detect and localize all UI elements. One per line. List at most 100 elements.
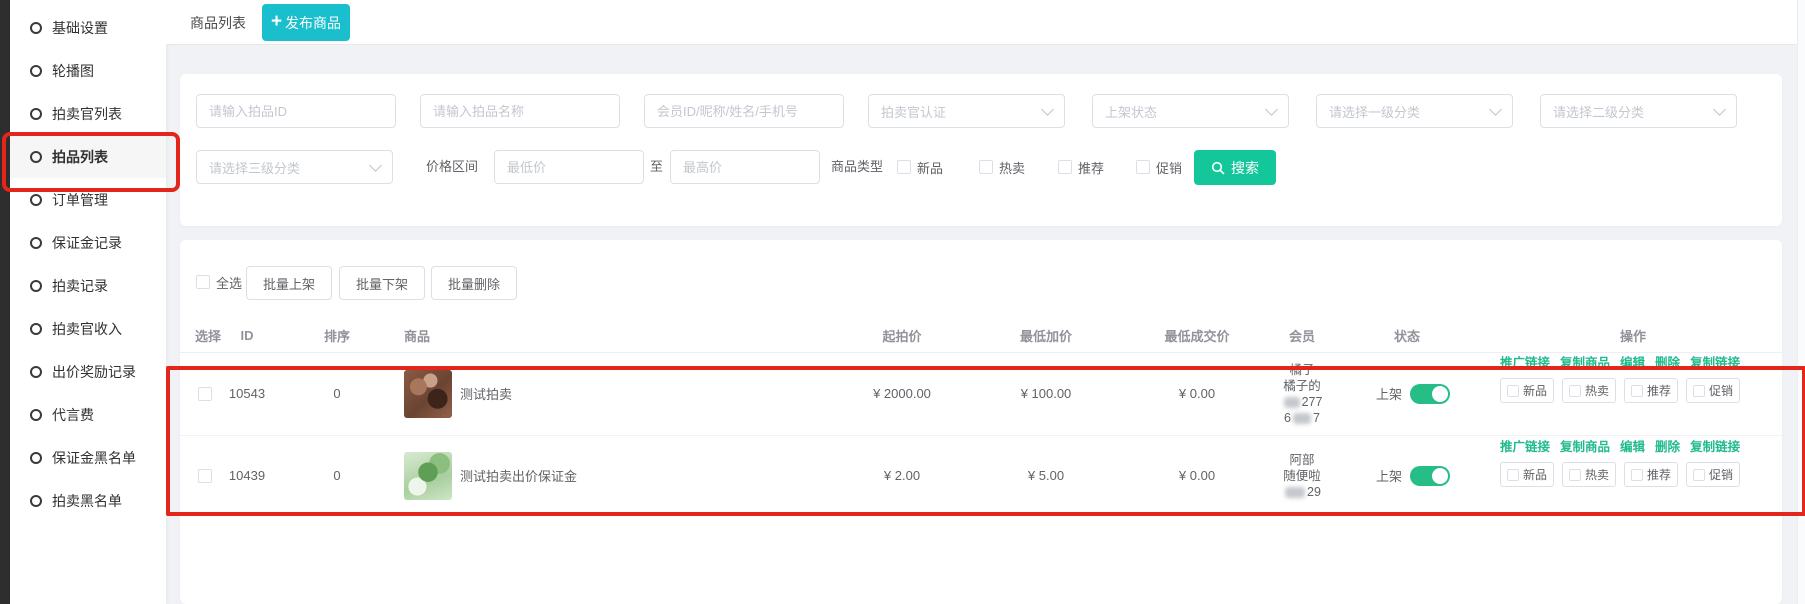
price-range-label: 价格区间: [426, 150, 478, 184]
tag-checkbox-promo[interactable]: 促销: [1686, 462, 1740, 487]
promotion-link-button[interactable]: 推广链接: [1500, 352, 1550, 371]
select-placeholder: 请选择二级分类: [1553, 102, 1644, 121]
sidebar-item-deposit-records[interactable]: 保证金记录: [10, 221, 166, 264]
product-image[interactable]: [404, 352, 452, 435]
sidebar-item-lot-list[interactable]: 拍品列表: [10, 135, 166, 178]
search-button[interactable]: 搜索: [1194, 150, 1276, 185]
actions-cell: 推广链接 复制商品 编辑 删除 复制链接 新品 热卖 推荐 促销: [1500, 352, 1772, 435]
status-label: 上架: [1376, 466, 1402, 485]
type-label: 推荐: [1078, 158, 1104, 177]
circle-icon: [30, 280, 42, 292]
circle-icon: [30, 495, 42, 507]
sidebar-item-auction-records[interactable]: 拍卖记录: [10, 264, 166, 307]
select-all-checkbox[interactable]: 全选: [196, 266, 242, 298]
tag-checkbox-new[interactable]: 新品: [1500, 462, 1554, 487]
batch-off-shelf-button[interactable]: 批量下架: [339, 266, 425, 300]
min-price-input[interactable]: [494, 150, 644, 184]
sidebar-item-endorsement-fee[interactable]: 代言费: [10, 393, 166, 436]
row-checkbox[interactable]: [190, 436, 220, 515]
header-min-deal-price: 最低成交价: [1147, 318, 1247, 352]
edit-button[interactable]: 编辑: [1620, 436, 1645, 455]
max-price-input[interactable]: [670, 150, 820, 184]
member-redacted-line: 277: [1282, 394, 1323, 410]
member-cell: 阿部 随便啦 29: [1257, 436, 1347, 515]
action-links: 推广链接 复制商品 编辑 删除 复制链接: [1500, 436, 1740, 455]
copy-product-button[interactable]: 复制商品: [1560, 352, 1610, 371]
header-min-increase: 最低加价: [996, 318, 1096, 352]
copy-product-button[interactable]: 复制商品: [1560, 436, 1610, 455]
checkbox-icon[interactable]: [1507, 385, 1519, 397]
checkbox-icon[interactable]: [1631, 469, 1643, 481]
sidebar-item-auctioneer-list[interactable]: 拍卖官列表: [10, 92, 166, 135]
type-checkbox-recommend[interactable]: 推荐: [1058, 150, 1104, 184]
delete-button[interactable]: 删除: [1655, 352, 1680, 371]
copy-link-button[interactable]: 复制链接: [1690, 352, 1740, 371]
row-checkbox[interactable]: [190, 352, 220, 435]
sidebar-item-carousel[interactable]: 轮播图: [10, 49, 166, 92]
checkbox-icon[interactable]: [1569, 469, 1581, 481]
search-button-label: 搜索: [1231, 158, 1259, 178]
auctioneer-cert-select[interactable]: 拍卖官认证: [868, 94, 1065, 128]
category-level1-select[interactable]: 请选择一级分类: [1316, 94, 1513, 128]
tab-product-list[interactable]: 商品列表: [190, 0, 246, 45]
type-checkbox-new[interactable]: 新品: [897, 150, 943, 184]
checkbox-icon[interactable]: [897, 160, 911, 174]
product-type-label: 商品类型: [831, 150, 883, 184]
shelf-status-toggle[interactable]: [1410, 384, 1450, 404]
type-checkbox-hot[interactable]: 热卖: [979, 150, 1025, 184]
lot-id-input[interactable]: [196, 94, 396, 128]
status-cell: 上架: [1376, 436, 1506, 515]
checkbox-icon[interactable]: [196, 275, 210, 289]
sidebar-item-auction-blacklist[interactable]: 拍卖黑名单: [10, 479, 166, 522]
edit-button[interactable]: 编辑: [1620, 352, 1645, 371]
member-name-line: 随便啦: [1283, 468, 1321, 484]
sidebar-item-deposit-blacklist[interactable]: 保证金黑名单: [10, 436, 166, 479]
sidebar-item-order-management[interactable]: 订单管理: [10, 178, 166, 221]
scrollbar-track[interactable]: [1797, 0, 1805, 604]
batch-delete-button[interactable]: 批量删除: [431, 266, 517, 300]
type-label: 热卖: [999, 158, 1025, 177]
circle-icon: [30, 22, 42, 34]
shelf-status-toggle[interactable]: [1410, 466, 1450, 486]
shelf-status-select[interactable]: 上架状态: [1092, 94, 1289, 128]
member-search-input[interactable]: [644, 94, 844, 128]
sidebar-item-bid-reward-records[interactable]: 出价奖励记录: [10, 350, 166, 393]
checkbox-icon[interactable]: [1631, 385, 1643, 397]
checkbox-icon[interactable]: [1136, 160, 1150, 174]
status-label: 上架: [1376, 384, 1402, 403]
category-level2-select[interactable]: 请选择二级分类: [1540, 94, 1737, 128]
tag-checkbox-recommend[interactable]: 推荐: [1624, 378, 1678, 403]
redacted-text: [1293, 413, 1311, 424]
checkbox-icon[interactable]: [1693, 385, 1705, 397]
tag-checkboxes: 新品 热卖 推荐 促销: [1500, 462, 1740, 487]
batch-on-shelf-button[interactable]: 批量上架: [246, 266, 332, 300]
copy-link-button[interactable]: 复制链接: [1690, 436, 1740, 455]
delete-button[interactable]: 删除: [1655, 436, 1680, 455]
left-edge-strip: [0, 0, 10, 604]
type-checkbox-promo[interactable]: 促销: [1136, 150, 1182, 184]
checkbox-icon[interactable]: [1693, 469, 1705, 481]
min-increase: ¥ 100.00: [996, 352, 1096, 435]
sidebar-item-basic-settings[interactable]: 基础设置: [10, 6, 166, 49]
header-id: ID: [217, 318, 277, 352]
tag-checkbox-new[interactable]: 新品: [1500, 378, 1554, 403]
checkbox-icon[interactable]: [198, 469, 212, 483]
product-table-panel: 全选 批量上架 批量下架 批量删除 选择 ID 排序 商品 起拍价 最低加价 最…: [180, 240, 1782, 604]
promotion-link-button[interactable]: 推广链接: [1500, 436, 1550, 455]
checkbox-icon[interactable]: [198, 387, 212, 401]
sidebar-item-auctioneer-income[interactable]: 拍卖官收入: [10, 307, 166, 350]
product-image[interactable]: [404, 436, 452, 515]
lot-name-input[interactable]: [420, 94, 620, 128]
tag-checkbox-hot[interactable]: 热卖: [1562, 462, 1616, 487]
checkbox-icon[interactable]: [1569, 385, 1581, 397]
tag-checkbox-promo[interactable]: 促销: [1686, 378, 1740, 403]
checkbox-icon[interactable]: [1058, 160, 1072, 174]
category-level3-select[interactable]: 请选择三级分类: [196, 150, 393, 184]
redacted-text: [1285, 487, 1305, 498]
tag-checkbox-recommend[interactable]: 推荐: [1624, 462, 1678, 487]
tag-checkbox-hot[interactable]: 热卖: [1562, 378, 1616, 403]
checkbox-icon[interactable]: [979, 160, 993, 174]
chevron-down-icon: [1265, 103, 1278, 116]
publish-product-button[interactable]: + 发布商品: [262, 4, 350, 41]
checkbox-icon[interactable]: [1507, 469, 1519, 481]
